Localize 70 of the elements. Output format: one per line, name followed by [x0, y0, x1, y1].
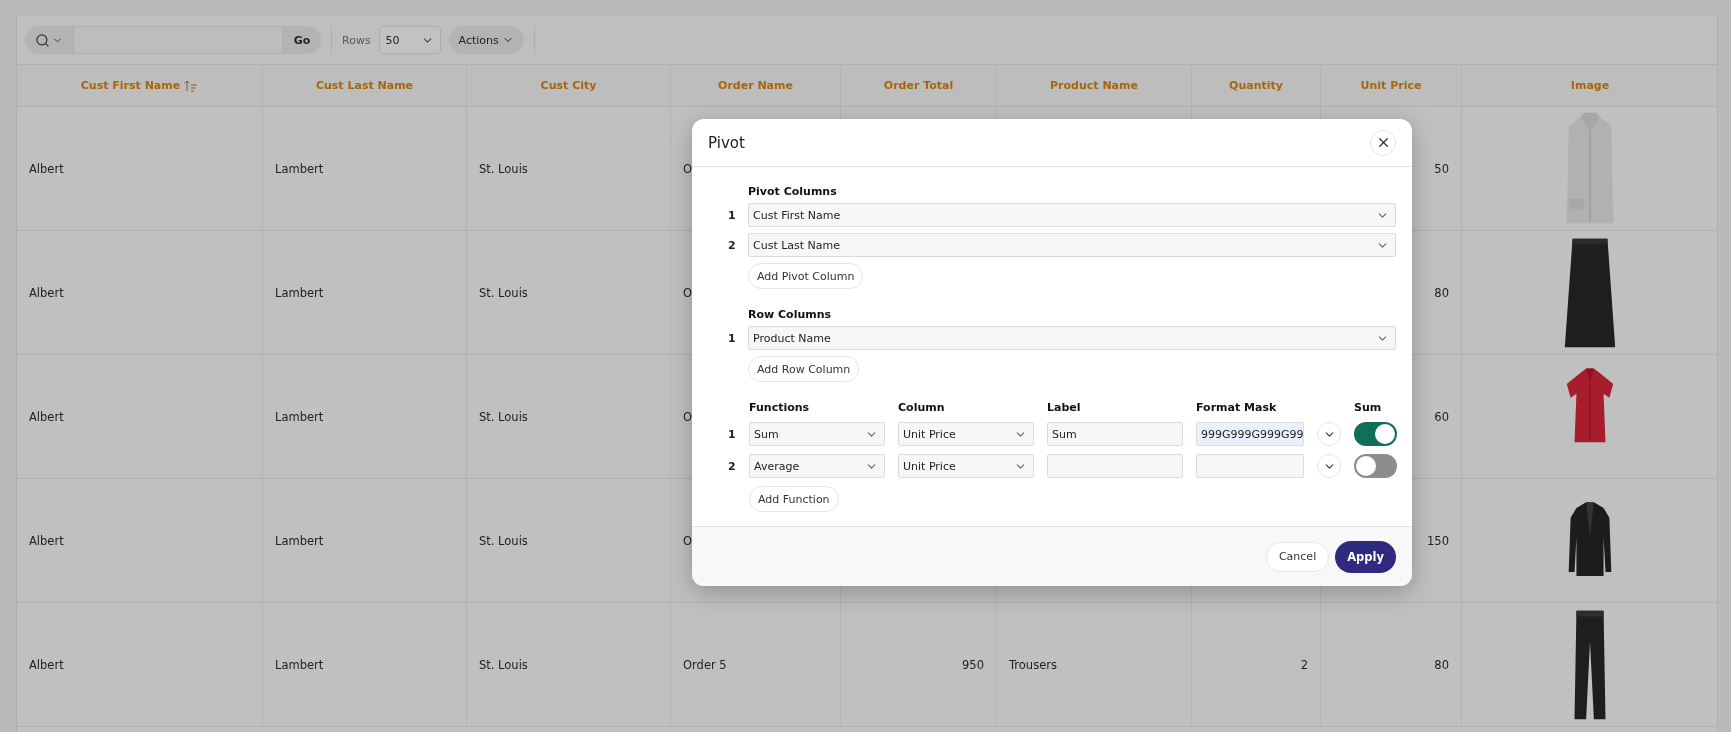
table-cell: Albert — [17, 107, 263, 231]
column-heading: Column — [898, 401, 946, 414]
select-field[interactable]: Cust Last Name — [748, 233, 1396, 257]
table-cell: St. Louis — [467, 603, 671, 727]
table-cell: Lambert — [263, 479, 467, 603]
row-number: 1 — [728, 427, 736, 441]
label-field[interactable] — [1047, 454, 1183, 478]
cancel-button[interactable]: Cancel — [1265, 541, 1330, 572]
table-cell: Lambert — [263, 107, 467, 231]
apply-button[interactable]: Apply — [1335, 540, 1396, 573]
function-select[interactable]: Sum — [749, 422, 885, 446]
table-cell: Albert — [17, 355, 263, 479]
table-cell: 950 — [841, 603, 997, 727]
add-button[interactable]: Add Pivot Column — [748, 263, 864, 289]
format-mask-menu-button[interactable] — [1317, 454, 1341, 478]
sum-toggle[interactable] — [1354, 422, 1397, 446]
table-cell: St. Louis — [467, 107, 671, 231]
table-cell: Lambert — [263, 231, 467, 355]
table-cell: Trousers — [997, 603, 1192, 727]
go-button[interactable]: Go — [283, 26, 321, 54]
column-header: Cust First Name — [80, 79, 181, 92]
column-header: Order Total — [883, 79, 954, 92]
table-cell: 2 — [1192, 603, 1321, 727]
table-cell: 80 — [1321, 603, 1462, 727]
column-select[interactable]: Unit Price — [898, 454, 1034, 478]
column-header: Order Name — [718, 79, 793, 92]
column-header: Image — [1570, 79, 1610, 92]
dialog-title: Pivot — [708, 133, 745, 152]
search-menu-button[interactable] — [25, 26, 73, 54]
label-field[interactable]: Sum — [1047, 422, 1183, 446]
table-cell: St. Louis — [467, 479, 671, 603]
rows-label: Rows — [342, 33, 371, 47]
column-heading: Format Mask — [1196, 401, 1278, 414]
column-select[interactable]: Unit Price — [898, 422, 1034, 446]
row-number: 1 — [728, 208, 737, 222]
column-header: Product Name — [1050, 79, 1138, 92]
search-icon — [35, 32, 50, 48]
section-heading: Pivot Columns — [748, 185, 838, 198]
table-cell: Lambert — [263, 603, 467, 727]
column-header: Unit Price — [1360, 79, 1422, 92]
actions-button[interactable]: Actions — [448, 26, 524, 54]
table-cell: Albert — [17, 231, 263, 355]
column-heading: Functions — [749, 401, 811, 414]
column-header: Cust Last Name — [315, 79, 414, 92]
table-cell: Albert — [17, 603, 263, 727]
row-number: 1 — [728, 331, 737, 345]
table-cell: Albert — [17, 479, 263, 603]
select-field[interactable]: Product Name — [748, 326, 1396, 350]
select-field[interactable]: Cust First Name — [748, 203, 1396, 227]
row-number: 2 — [728, 459, 736, 473]
section-heading: Row Columns — [748, 308, 833, 321]
close-button[interactable] — [1370, 129, 1396, 156]
column-header: Cust City — [540, 79, 597, 92]
rows-select[interactable]: 50 — [378, 26, 441, 54]
sort-ascending-icon — [184, 79, 199, 92]
format-mask-field[interactable] — [1196, 454, 1304, 478]
sum-toggle[interactable] — [1354, 454, 1397, 478]
column-heading: Label — [1047, 401, 1082, 414]
table-cell: Lambert — [263, 355, 467, 479]
format-mask-field[interactable]: 999G999G999G99 — [1196, 422, 1304, 446]
row-number: 2 — [728, 238, 737, 252]
table-cell: St. Louis — [467, 231, 671, 355]
add-button[interactable]: Add Row Column — [748, 356, 860, 382]
table-cell: St. Louis — [467, 355, 671, 479]
column-heading: Sum — [1354, 401, 1383, 414]
format-mask-menu-button[interactable] — [1317, 422, 1341, 446]
add-function-button[interactable]: Add Function — [749, 486, 839, 512]
column-header: Quantity — [1229, 79, 1283, 92]
function-select[interactable]: Average — [749, 454, 885, 478]
table-cell: Order 5 — [671, 603, 841, 727]
